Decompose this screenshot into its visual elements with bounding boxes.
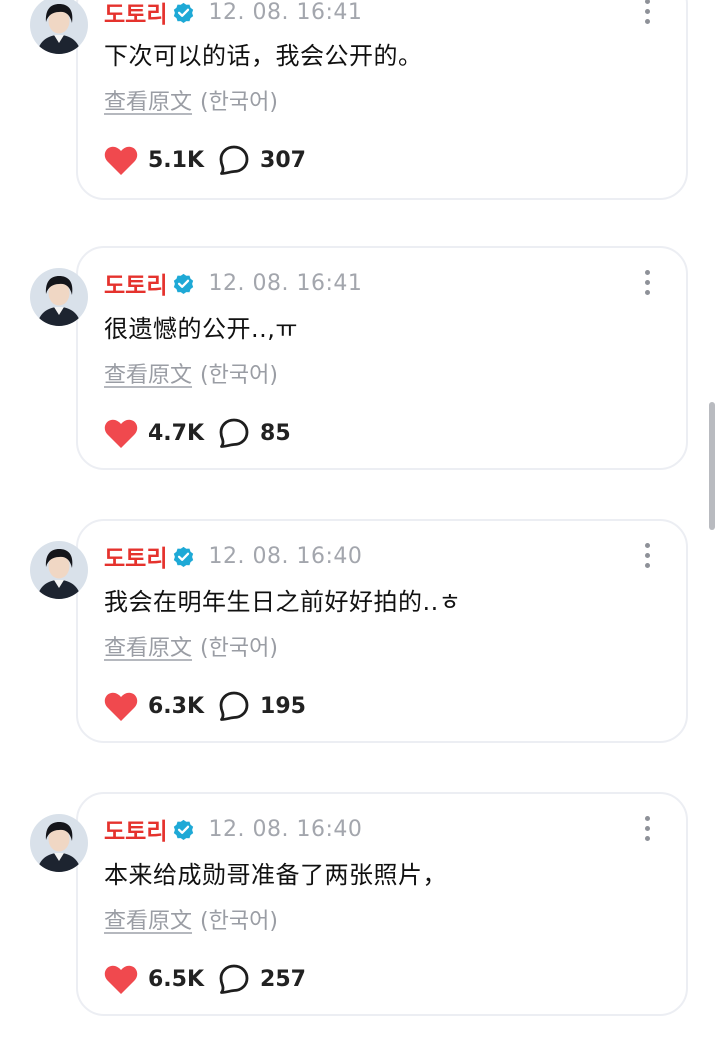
original-language: (한국어) [200, 636, 278, 661]
original-language: (한국어) [200, 363, 278, 388]
message-text: 下次可以的话，我会公开的。 [104, 42, 423, 70]
original-language: (한국어) [200, 90, 278, 115]
post-actions: 4.7K 85 [104, 415, 291, 451]
avatar[interactable] [30, 541, 88, 599]
comment-button[interactable]: 195 [218, 690, 306, 722]
like-button[interactable]: 4.7K [104, 418, 204, 449]
speech-bubble-icon [219, 964, 249, 994]
avatar[interactable] [30, 268, 88, 326]
username[interactable]: 도토리 [104, 266, 167, 300]
timestamp: 12. 08. 16:41 [208, 0, 363, 25]
translation-row: 查看原文 (한국어) [104, 630, 278, 662]
like-count: 4.7K [148, 420, 205, 446]
timestamp: 12. 08. 16:40 [208, 816, 363, 842]
like-count: 6.3K [148, 693, 205, 719]
scrollbar-thumb[interactable] [709, 402, 715, 530]
original-language: (한국어) [200, 909, 278, 934]
timestamp: 12. 08. 16:41 [208, 270, 363, 296]
like-button[interactable]: 6.5K [104, 964, 204, 995]
username[interactable]: 도토리 [104, 539, 167, 573]
verified-badge-icon [173, 2, 194, 23]
comment-button[interactable]: 85 [218, 417, 291, 449]
username[interactable]: 도토리 [104, 0, 167, 29]
more-vertical-icon[interactable] [638, 267, 656, 297]
verified-badge-icon [173, 273, 194, 294]
post-header: 도토리 12. 08. 16:40 [104, 811, 362, 847]
message-feed: 도토리 12. 08. 16:41 下次可以的话，我会公开的。 查看原文 (한국어… [0, 0, 720, 1037]
post-actions: 5.1K 307 [104, 142, 306, 178]
heart-icon [104, 419, 138, 448]
post-header: 도토리 12. 08. 16:41 [104, 0, 362, 30]
like-button[interactable]: 6.3K [104, 691, 204, 722]
post-header: 도토리 12. 08. 16:40 [104, 538, 362, 574]
message-text: 本来给成勋哥准备了两张照片， [104, 861, 447, 889]
comment-count: 85 [260, 420, 291, 446]
more-vertical-icon[interactable] [638, 0, 656, 26]
comment-count: 257 [260, 966, 306, 992]
like-count: 6.5K [148, 966, 205, 992]
comment-count: 195 [260, 693, 306, 719]
verified-badge-icon [173, 819, 194, 840]
message-text: 我会在明年生日之前好好拍的..ㅎ [104, 588, 462, 616]
view-original-link[interactable]: 查看原文 [104, 909, 192, 934]
heart-icon [104, 146, 138, 175]
like-button[interactable]: 5.1K [104, 145, 204, 176]
view-original-link[interactable]: 查看原文 [104, 363, 192, 388]
comment-button[interactable]: 307 [218, 144, 306, 176]
message-text: 很遗憾的公开..,ㅠ [104, 315, 298, 343]
translation-row: 查看原文 (한국어) [104, 357, 278, 389]
more-vertical-icon[interactable] [638, 813, 656, 843]
speech-bubble-icon [219, 145, 249, 175]
more-vertical-icon[interactable] [638, 540, 656, 570]
comment-button[interactable]: 257 [218, 963, 306, 995]
heart-icon [104, 965, 138, 994]
post-header: 도토리 12. 08. 16:41 [104, 265, 362, 301]
verified-badge-icon [173, 546, 194, 567]
like-count: 5.1K [148, 147, 205, 173]
username[interactable]: 도토리 [104, 812, 167, 846]
post-actions: 6.5K 257 [104, 961, 306, 997]
speech-bubble-icon [219, 691, 249, 721]
avatar[interactable] [30, 814, 88, 872]
translation-row: 查看原文 (한국어) [104, 903, 278, 935]
comment-count: 307 [260, 147, 306, 173]
view-original-link[interactable]: 查看原文 [104, 636, 192, 661]
speech-bubble-icon [219, 418, 249, 448]
timestamp: 12. 08. 16:40 [208, 543, 363, 569]
view-original-link[interactable]: 查看原文 [104, 90, 192, 115]
heart-icon [104, 692, 138, 721]
translation-row: 查看原文 (한국어) [104, 84, 278, 116]
post-actions: 6.3K 195 [104, 688, 306, 724]
